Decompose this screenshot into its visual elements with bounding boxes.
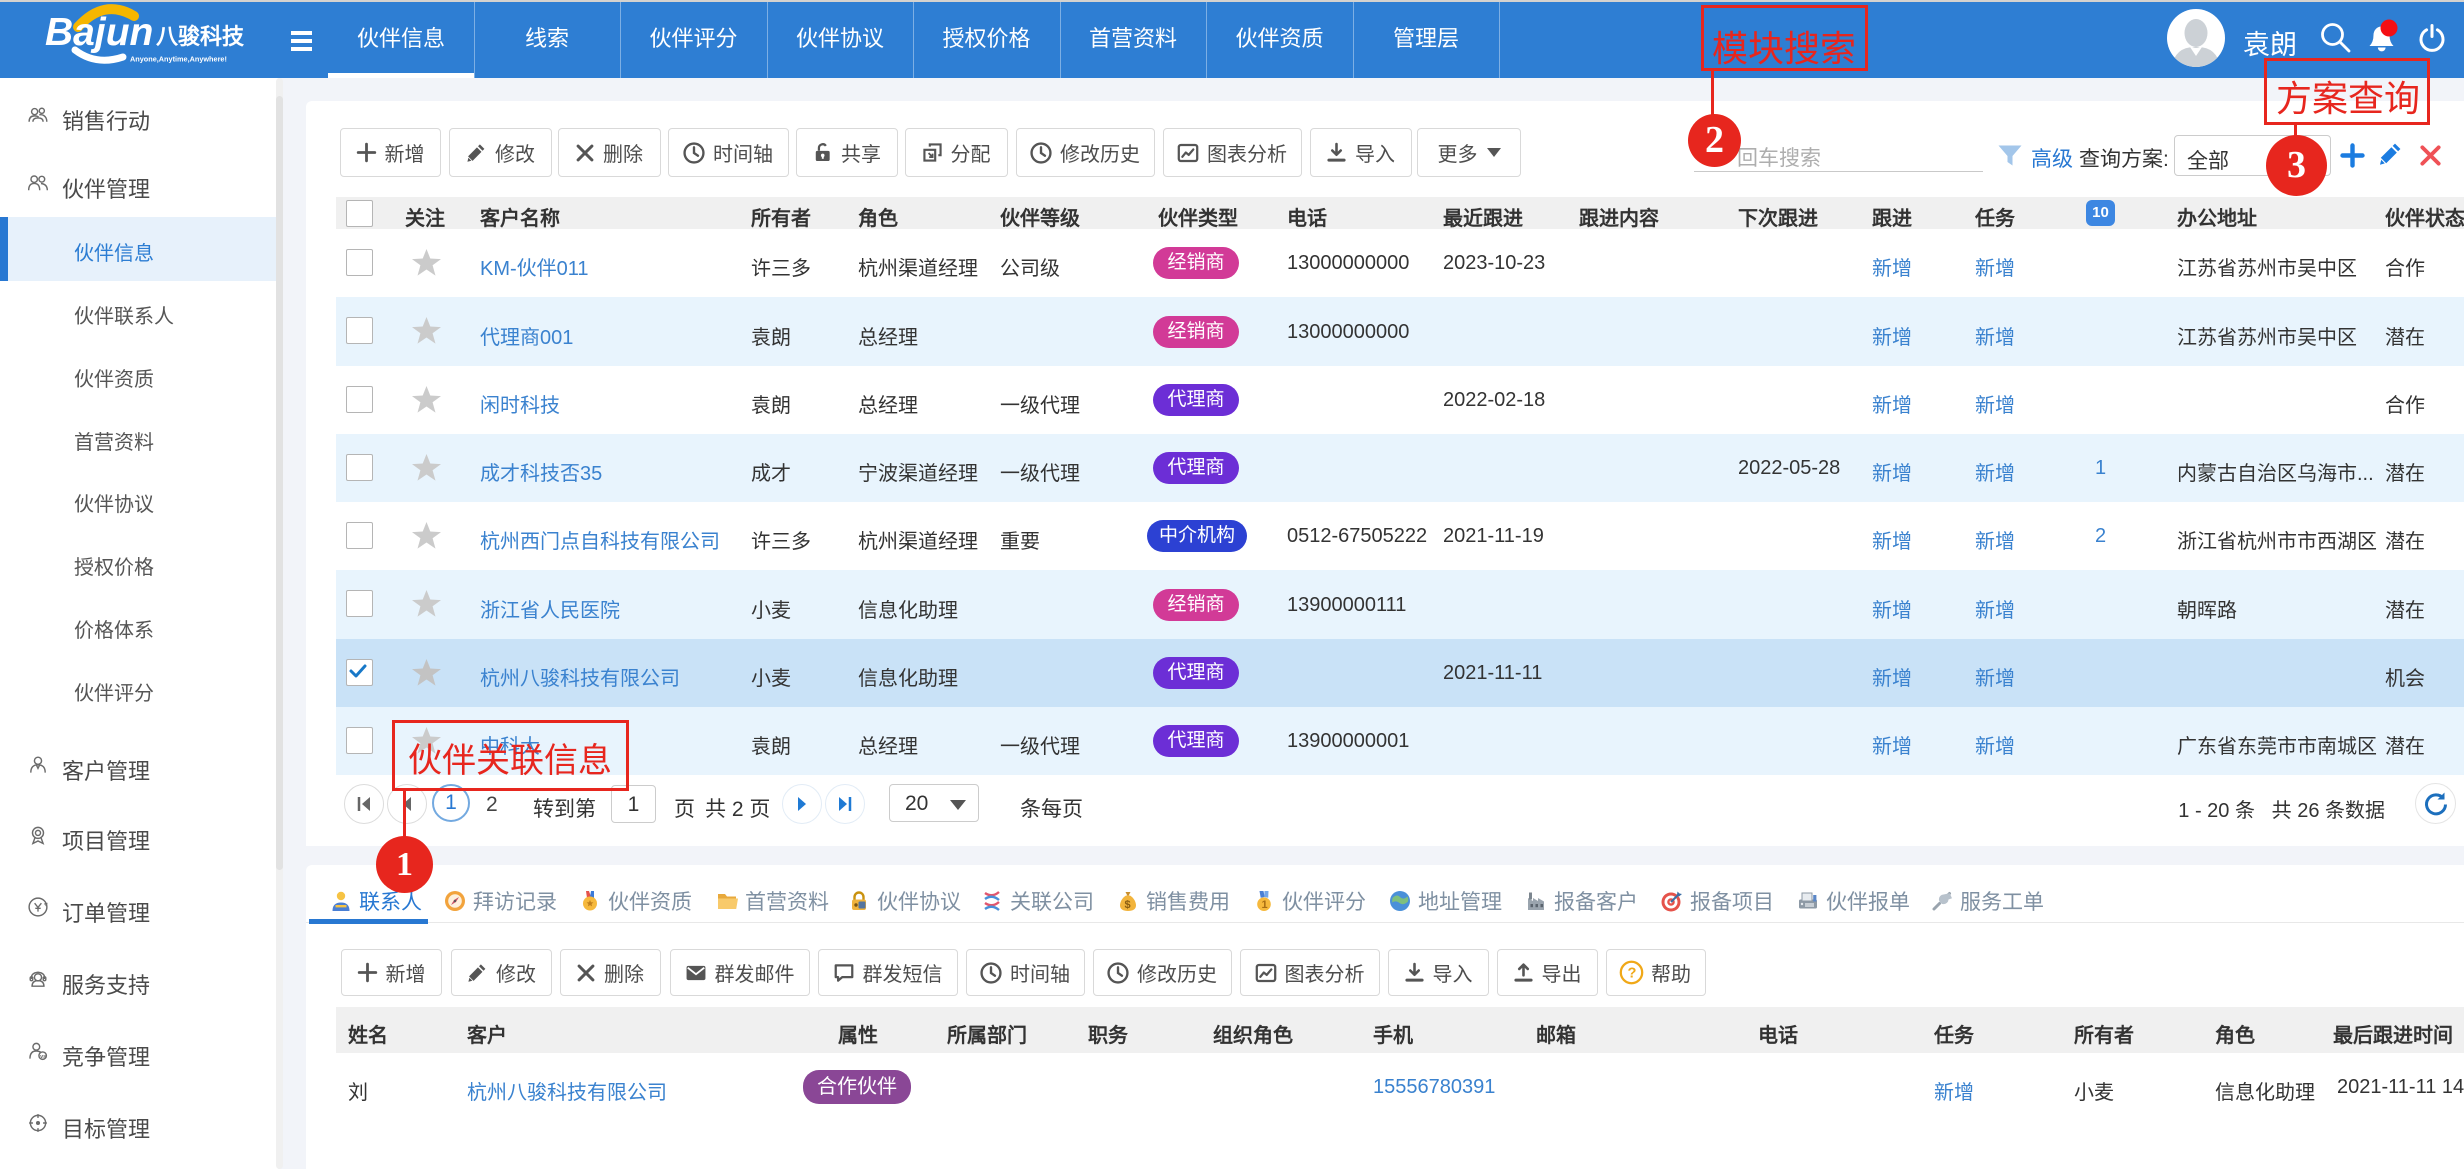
svg-text:vs: vs <box>40 1054 46 1060</box>
svg-text:?: ? <box>1628 966 1637 982</box>
svg-text:$: $ <box>1125 899 1131 911</box>
svg-text:八骏科技: 八骏科技 <box>156 24 245 49</box>
svg-text:Bajun: Bajun <box>45 11 153 54</box>
svg-text:1: 1 <box>1262 899 1268 911</box>
svg-text:Anyone,Anytime,Anywhere!: Anyone,Anytime,Anywhere! <box>130 55 227 64</box>
